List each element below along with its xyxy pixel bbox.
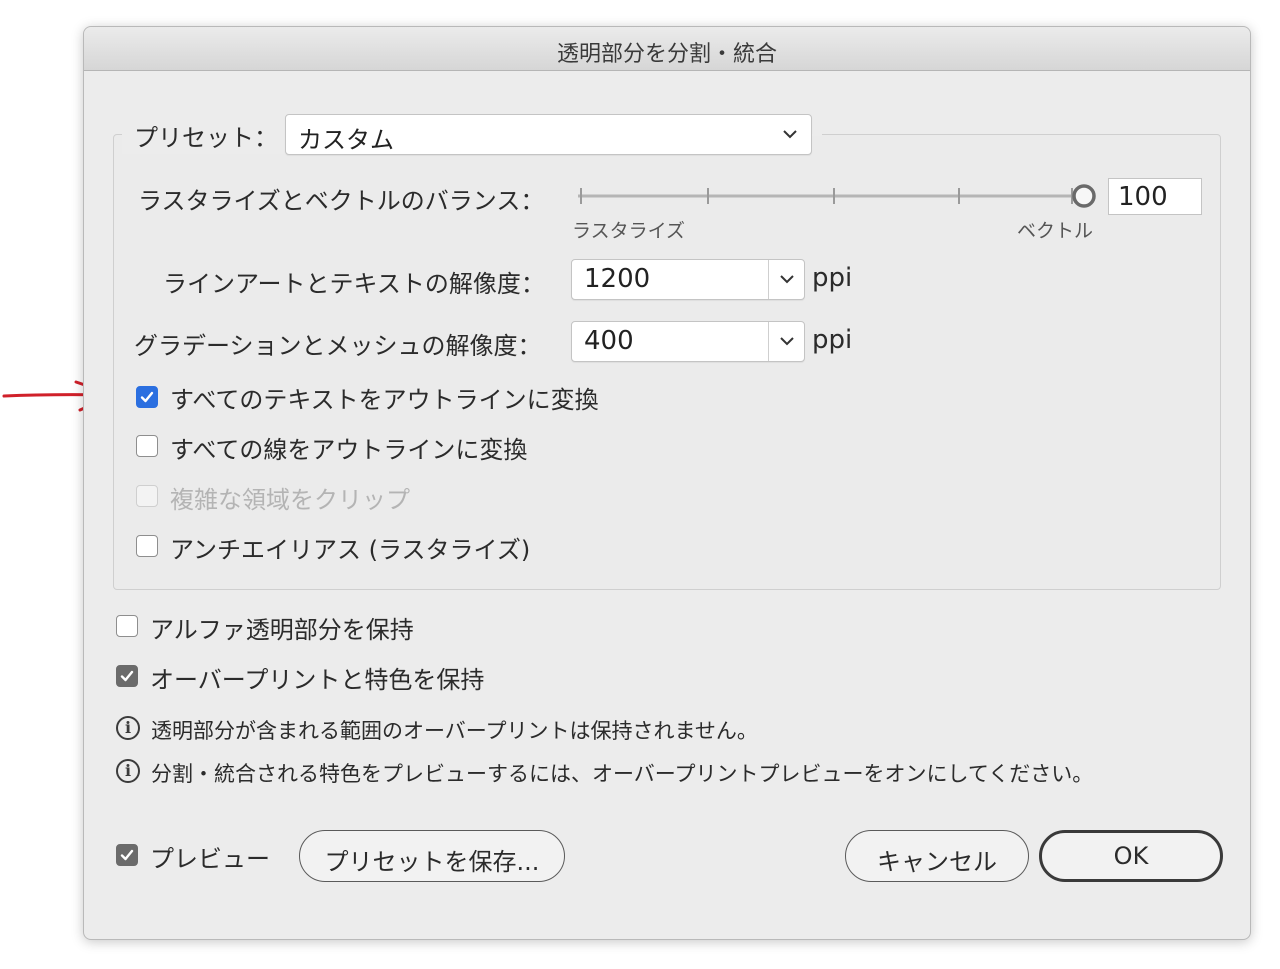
chevron-down-icon[interactable] [768, 260, 804, 299]
info-overprint: 透明部分が含まれる範囲のオーバープリントは保持されません。 [151, 719, 758, 743]
clip-complex-checkbox [136, 485, 158, 507]
balance-label: ラスタライズとベクトルのバランス： [138, 187, 545, 215]
preset-value: カスタム [298, 126, 394, 154]
chevron-down-icon[interactable] [768, 322, 804, 361]
chevron-down-icon [771, 115, 807, 154]
convert-text-label[interactable]: すべてのテキストをアウトラインに変換 [170, 380, 599, 415]
lineart-unit: ppi [812, 263, 853, 293]
ok-button[interactable]: OK [1039, 830, 1223, 882]
preserve-alpha-label[interactable]: アルファ透明部分を保持 [150, 610, 414, 645]
convert-text-checkbox[interactable] [136, 386, 158, 408]
gradient-unit: ppi [812, 325, 853, 355]
gradient-resolution-combo[interactable]: 400 [571, 321, 805, 362]
save-preset-label: プリセットを保存... [324, 848, 540, 876]
balance-value: 100 [1118, 182, 1168, 212]
group-gap [812, 134, 822, 136]
checkmark-icon [120, 670, 134, 682]
balance-value-field[interactable]: 100 [1108, 178, 1202, 215]
balance-slider[interactable] [574, 183, 1098, 209]
preview-checkbox[interactable] [116, 844, 138, 866]
lineart-resolution-combo[interactable]: 1200 [571, 259, 805, 300]
ok-label: OK [1113, 842, 1149, 870]
preset-label: プリセット： [134, 124, 278, 152]
slider-thumb [1072, 184, 1096, 208]
preserve-alpha-checkbox[interactable] [116, 615, 138, 637]
lineart-resolution-label: ラインアートとテキストの解像度： [163, 270, 545, 298]
preview-label[interactable]: プレビュー [150, 839, 270, 874]
antialias-label[interactable]: アンチエイリアス (ラスタライズ) [170, 530, 530, 565]
title-bar: 透明部分を分割・統合 [84, 27, 1250, 71]
checkmark-icon [140, 391, 154, 403]
cancel-label: キャンセル [877, 848, 997, 876]
info-icon: i [116, 716, 140, 740]
preserve-overprint-checkbox[interactable] [116, 665, 138, 687]
info-spot-preview: 分割・統合される特色をプレビューするには、オーバープリントプレビューをオンにして… [151, 762, 1094, 786]
preset-select[interactable]: カスタム [285, 114, 812, 155]
lineart-resolution-value: 1200 [584, 264, 651, 294]
balance-left-label: ラスタライズ [572, 220, 686, 242]
info-icon: i [116, 759, 140, 783]
balance-right-label: ベクトル [1017, 220, 1094, 242]
cancel-button[interactable]: キャンセル [845, 830, 1029, 882]
checkmark-icon [120, 849, 134, 861]
clip-complex-label: 複雑な領域をクリップ [170, 486, 410, 514]
dialog-title: 透明部分を分割・統合 [556, 42, 777, 67]
convert-strokes-checkbox[interactable] [136, 435, 158, 457]
gradient-resolution-value: 400 [584, 326, 634, 356]
convert-strokes-label[interactable]: すべての線をアウトラインに変換 [170, 430, 527, 465]
save-preset-button[interactable]: プリセットを保存... [299, 830, 565, 882]
gradient-resolution-label: グラデーションとメッシュの解像度： [134, 332, 542, 360]
antialias-checkbox[interactable] [136, 535, 158, 557]
preserve-overprint-label[interactable]: オーバープリントと特色を保持 [150, 660, 484, 695]
